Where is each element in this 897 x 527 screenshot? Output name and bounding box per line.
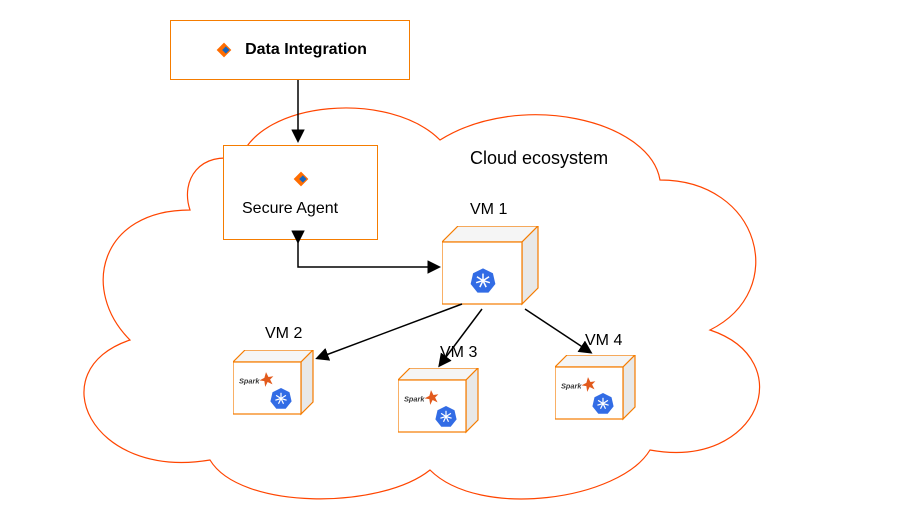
kubernetes-icon: [469, 266, 497, 294]
vm1-box: [442, 226, 532, 298]
informatica-icon: [290, 168, 312, 190]
vm4-box: Spark: [555, 355, 625, 411]
vm1-label: VM 1: [470, 201, 507, 219]
vm2-box: Spark: [233, 350, 303, 406]
secure-agent-box: Secure Agent: [223, 145, 378, 240]
data-integration-box: Data Integration: [170, 20, 410, 80]
spark-icon: Spark: [404, 390, 436, 404]
svg-text:Spark: Spark: [404, 395, 425, 404]
vm3-box: Spark: [398, 368, 468, 424]
vm3-label: VM 3: [440, 344, 477, 362]
secure-agent-label: Secure Agent: [242, 200, 338, 218]
cloud-ecosystem-label: Cloud ecosystem: [470, 148, 608, 169]
kubernetes-icon: [269, 386, 297, 414]
svg-text:Spark: Spark: [561, 382, 582, 391]
spark-icon: Spark: [239, 372, 271, 386]
spark-icon: Spark: [561, 377, 593, 391]
informatica-icon: [213, 39, 235, 61]
vm4-label: VM 4: [585, 332, 622, 350]
kubernetes-icon: [591, 391, 619, 419]
svg-text:Spark: Spark: [239, 377, 260, 386]
kubernetes-icon: [434, 404, 462, 432]
vm2-label: VM 2: [265, 325, 302, 343]
data-integration-label: Data Integration: [245, 41, 367, 59]
